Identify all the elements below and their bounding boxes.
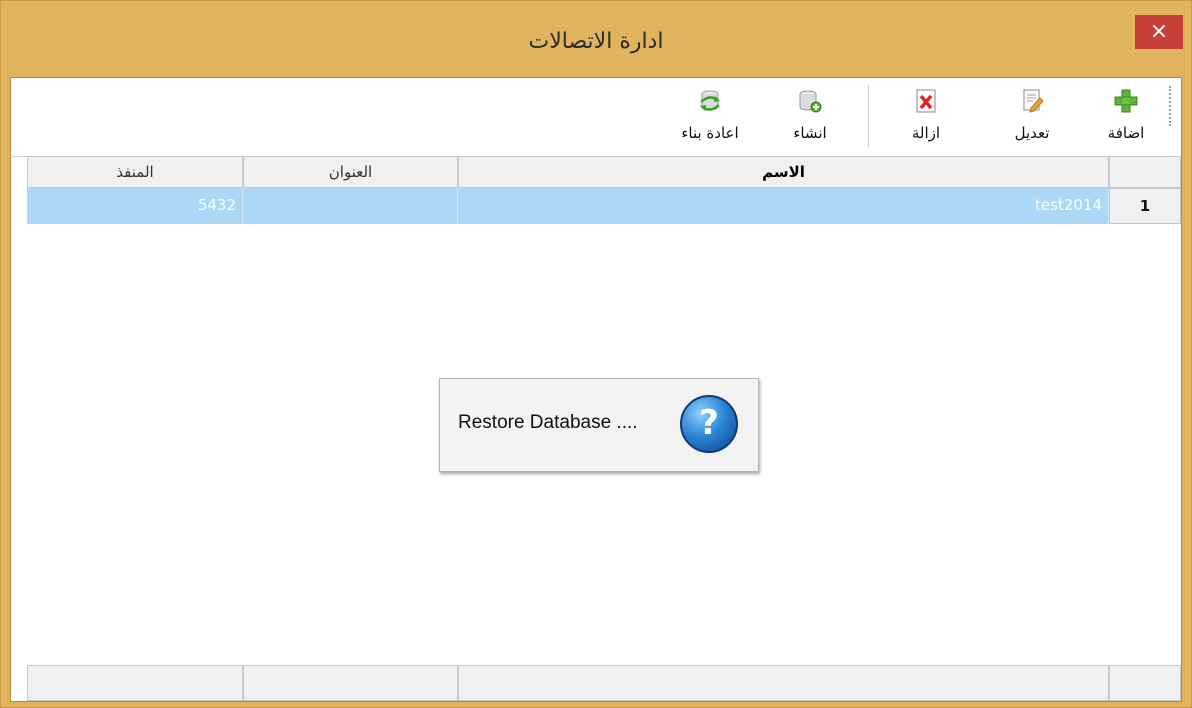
rebuild-db-icon: [700, 90, 720, 111]
create-label: انشاء: [793, 124, 827, 142]
question-icon: ?: [680, 395, 738, 453]
cell-address[interactable]: [243, 188, 458, 224]
column-header-address[interactable]: العنوان: [243, 156, 458, 188]
row-number[interactable]: 1: [1109, 188, 1181, 224]
create-db-icon: [799, 90, 822, 113]
column-header-name[interactable]: الاسم: [458, 156, 1109, 188]
add-label: اضافة: [1107, 124, 1145, 142]
cell-port[interactable]: 5432: [27, 188, 243, 224]
delete-label: ازالة: [911, 124, 941, 142]
restore-dialog: Restore Database .... ?: [439, 378, 759, 472]
row-header-corner: [1109, 156, 1181, 188]
window-title: ادارة الاتصالات: [528, 29, 664, 54]
footer-cell: [458, 665, 1109, 701]
add-button[interactable]: اضافة: [1091, 88, 1161, 150]
delete-button[interactable]: ازالة: [891, 88, 961, 150]
close-button[interactable]: ×: [1135, 15, 1183, 49]
add-icon: [1114, 89, 1138, 113]
toolbar-separator: [868, 84, 869, 148]
rebuild-button[interactable]: اعادة بناء: [667, 88, 753, 150]
column-header-port[interactable]: المنفذ: [27, 156, 243, 188]
edit-button[interactable]: تعديل: [997, 88, 1067, 150]
create-button[interactable]: انشاء: [775, 88, 845, 150]
edit-label: تعديل: [1014, 124, 1050, 142]
footer-cell: [243, 665, 458, 701]
delete-icon: [916, 89, 936, 113]
main-window: ادارة الاتصالات × اضافة تعديل ازالة انشا…: [0, 0, 1192, 708]
toolbar-grip[interactable]: [1169, 86, 1175, 126]
footer-cell: [27, 665, 243, 701]
title-bar[interactable]: ادارة الاتصالات ×: [1, 1, 1191, 77]
footer-cell: [1109, 665, 1181, 701]
edit-icon: [1023, 89, 1044, 113]
cell-name[interactable]: test2014: [458, 188, 1109, 224]
rebuild-label: اعادة بناء: [681, 124, 739, 142]
restore-message: Restore Database ....: [458, 412, 638, 433]
toolbar: اضافة تعديل ازالة انشاء اعادة بناء: [11, 78, 1181, 157]
